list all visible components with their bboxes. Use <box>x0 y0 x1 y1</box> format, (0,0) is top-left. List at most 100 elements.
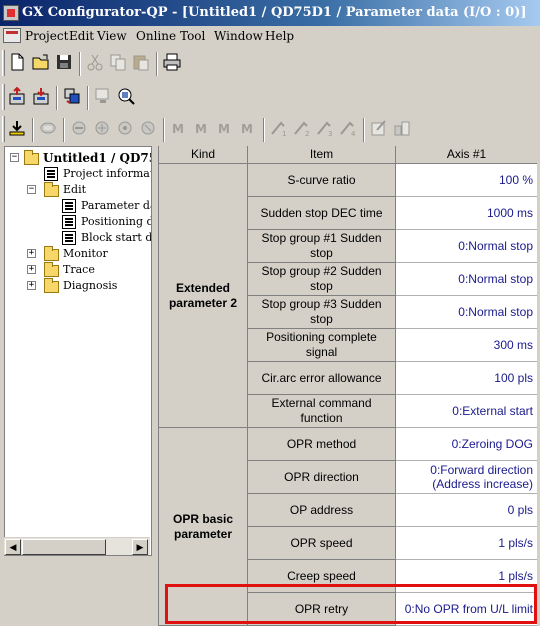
tree-root[interactable]: Untitled1 / QD75D <box>43 150 151 166</box>
folder-icon <box>44 246 59 261</box>
tree-item-edit[interactable]: Edit <box>63 182 86 198</box>
positioning-start-1-icon[interactable]: M <box>168 117 190 139</box>
module-read-icon[interactable] <box>6 85 28 107</box>
value-cell[interactable]: 0:Normal stop <box>396 296 537 329</box>
expand-toggle[interactable]: + <box>27 265 36 274</box>
toolbar-separator <box>87 86 89 110</box>
column-header-kind[interactable]: Kind <box>159 146 248 164</box>
parameter-data-icon <box>62 199 76 213</box>
expand-toggle[interactable]: + <box>27 249 36 258</box>
open-folder-icon[interactable] <box>30 51 52 73</box>
copy-icon[interactable] <box>107 51 129 73</box>
menu-online[interactable]: Online <box>136 28 176 44</box>
svg-text:1: 1 <box>282 130 286 138</box>
svg-text:M: M <box>172 122 184 136</box>
value-cell[interactable]: 1 pls/s <box>396 560 537 593</box>
folder-icon <box>24 150 39 165</box>
value-cell[interactable]: 300 ms <box>396 329 537 362</box>
tree-item-diagnosis[interactable]: Diagnosis <box>63 278 117 294</box>
module-toolbar <box>0 80 540 114</box>
value-cell[interactable]: 0 pls <box>396 494 537 527</box>
item-label: OP address <box>248 494 396 527</box>
toolbar-grip[interactable] <box>2 116 5 142</box>
menu-tool[interactable]: Tool <box>180 28 205 44</box>
toolbar-grip[interactable] <box>2 50 5 76</box>
value-cell[interactable]: 1000 ms <box>396 197 537 230</box>
toolbar-separator <box>156 52 158 76</box>
test-mode-icon[interactable] <box>6 117 28 139</box>
toolbar-separator <box>56 86 58 110</box>
new-file-icon[interactable] <box>6 51 28 73</box>
item-label: Positioning complete signal <box>248 329 396 362</box>
value-cell[interactable]: 0:No OPR from U/L limit <box>396 593 537 626</box>
data-list-icon[interactable] <box>391 117 413 139</box>
print-icon[interactable] <box>161 51 183 73</box>
tree-item-block-start-data[interactable]: Block start dat <box>81 230 151 246</box>
column-header-axis-1[interactable]: Axis #1 <box>396 146 537 164</box>
collapse-toggle[interactable]: − <box>27 185 36 194</box>
positioning-start-4-icon[interactable]: M <box>237 117 259 139</box>
jog-icon[interactable] <box>68 117 90 139</box>
project-tree[interactable]: − Untitled1 / QD75D Project informatio −… <box>4 146 152 556</box>
module-write-icon[interactable] <box>30 85 52 107</box>
axis-1-icon[interactable]: 1 <box>268 117 290 139</box>
manual-pulse-icon[interactable] <box>114 117 136 139</box>
value-cell[interactable]: 100 pls <box>396 362 537 395</box>
menu-view[interactable]: View <box>97 28 127 44</box>
toolbar-separator <box>79 52 81 76</box>
edit-data-icon[interactable] <box>368 117 390 139</box>
tree-item-monitor[interactable]: Monitor <box>63 246 108 262</box>
servo-on-icon[interactable] <box>37 117 59 139</box>
scroll-right-icon[interactable]: ▶ <box>132 539 148 555</box>
svg-text:M: M <box>195 122 207 136</box>
document-icon[interactable] <box>3 28 21 43</box>
menu-project[interactable]: Project <box>25 28 68 44</box>
value-cell[interactable]: 1 pls/s <box>396 527 537 560</box>
inching-icon[interactable] <box>91 117 113 139</box>
item-label: OPR speed <box>248 527 396 560</box>
menu-bar: Project Edit View Online Tool Window Hel… <box>0 26 540 46</box>
project-info-icon <box>44 167 58 181</box>
collapse-toggle[interactable]: − <box>10 153 19 162</box>
expand-toggle[interactable]: + <box>27 281 36 290</box>
axis-4-icon[interactable]: 4 <box>337 117 359 139</box>
menu-edit[interactable]: Edit <box>69 28 94 44</box>
value-cell[interactable]: 0:External start <box>396 395 537 428</box>
axis-3-icon[interactable]: 3 <box>314 117 336 139</box>
module-verify-icon[interactable] <box>61 85 83 107</box>
kind-cell-extended-parameter-2: Extended parameter 2 <box>159 164 248 428</box>
diagnosis-icon[interactable] <box>115 85 137 107</box>
app-icon[interactable] <box>3 5 19 21</box>
folder-icon <box>44 262 59 277</box>
opr-test-icon[interactable] <box>137 117 159 139</box>
scroll-thumb[interactable] <box>22 539 106 555</box>
toolbar-separator <box>263 118 265 142</box>
value-cell[interactable]: 0:Forward direction (Address increase) <box>396 461 537 494</box>
tree-item-trace[interactable]: Trace <box>63 262 95 278</box>
scroll-left-icon[interactable]: ◀ <box>5 539 21 555</box>
cut-icon[interactable] <box>84 51 106 73</box>
window-title: GX Configurator-QP - [Untitled1 / QD75D1… <box>22 5 527 20</box>
item-label: Sudden stop DEC time <box>248 197 396 230</box>
svg-text:M: M <box>218 122 230 136</box>
monitor-icon[interactable] <box>92 85 114 107</box>
menu-window[interactable]: Window <box>214 28 263 44</box>
tree-item-positioning-data[interactable]: Positioning da <box>81 214 151 230</box>
axis-2-icon[interactable]: 2 <box>291 117 313 139</box>
value-cell[interactable]: 0:Normal stop <box>396 263 537 296</box>
paste-icon[interactable] <box>130 51 152 73</box>
parameter-grid[interactable]: Kind Item Axis #1 Extended parameter 2 O… <box>158 146 540 626</box>
value-cell[interactable]: 0:Zeroing DOG <box>396 428 537 461</box>
value-cell[interactable]: 100 % <box>396 164 537 197</box>
column-header-item[interactable]: Item <box>248 146 396 164</box>
svg-text:3: 3 <box>328 130 332 138</box>
toolbar-grip[interactable] <box>2 84 5 110</box>
tree-horizontal-scrollbar[interactable]: ◀ ▶ <box>4 537 150 555</box>
positioning-start-3-icon[interactable]: M <box>214 117 236 139</box>
tree-item-parameter-data[interactable]: Parameter data <box>81 198 151 214</box>
value-cell[interactable]: 0:Normal stop <box>396 230 537 263</box>
positioning-start-2-icon[interactable]: M <box>191 117 213 139</box>
save-icon[interactable] <box>53 51 75 73</box>
menu-help[interactable]: Help <box>265 28 294 44</box>
tree-item-project-information[interactable]: Project informatio <box>63 166 151 182</box>
